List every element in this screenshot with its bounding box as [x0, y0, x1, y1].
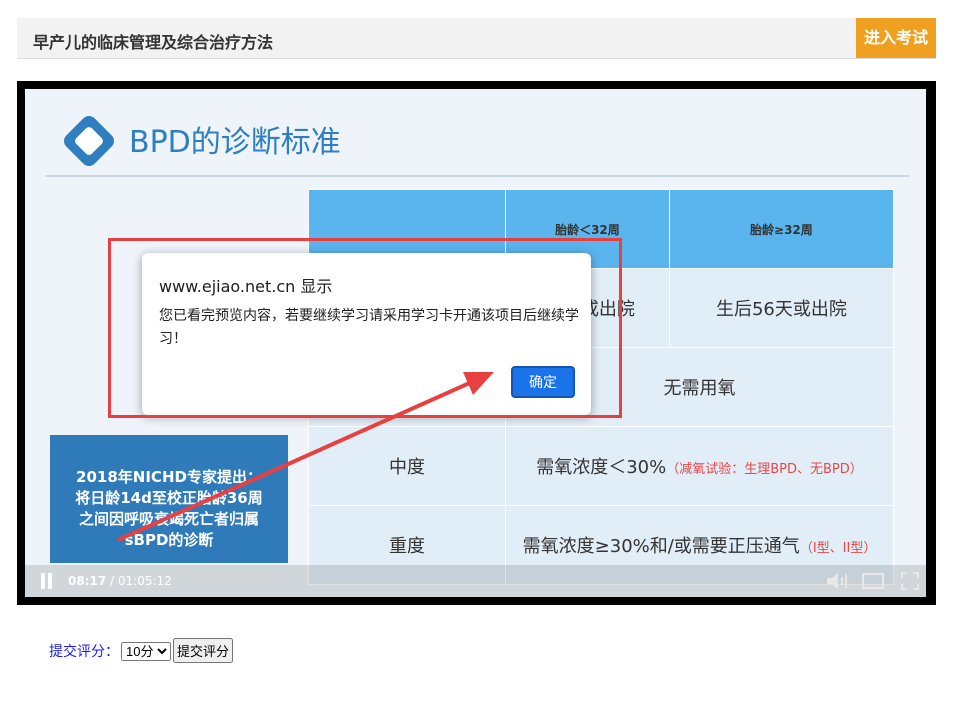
- annotation-arrow: [117, 372, 494, 542]
- submit-rating-button[interactable]: 提交评分: [173, 638, 234, 663]
- rating-label: 提交评分：: [49, 644, 119, 660]
- rating-form: 提交评分： 10分 提交评分: [49, 638, 234, 663]
- score-select[interactable]: 10分: [121, 642, 171, 661]
